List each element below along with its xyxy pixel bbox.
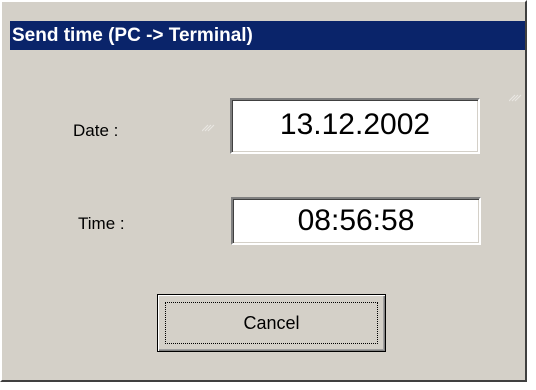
cancel-button-label: Cancel	[243, 312, 300, 333]
dialog-title[interactable]: Send time (PC -> Terminal)	[10, 21, 525, 50]
texture-mark	[509, 94, 522, 102]
texture-mark	[202, 124, 215, 132]
time-label: Time :	[78, 214, 125, 233]
date-field[interactable]: 13.12.2002	[230, 98, 480, 154]
cancel-button[interactable]: Cancel	[157, 294, 386, 352]
date-label: Date :	[73, 121, 119, 140]
time-field[interactable]: 08:56:58	[231, 197, 481, 245]
send-time-dialog: Send time (PC -> Terminal) Date : 13.12.…	[0, 0, 527, 382]
